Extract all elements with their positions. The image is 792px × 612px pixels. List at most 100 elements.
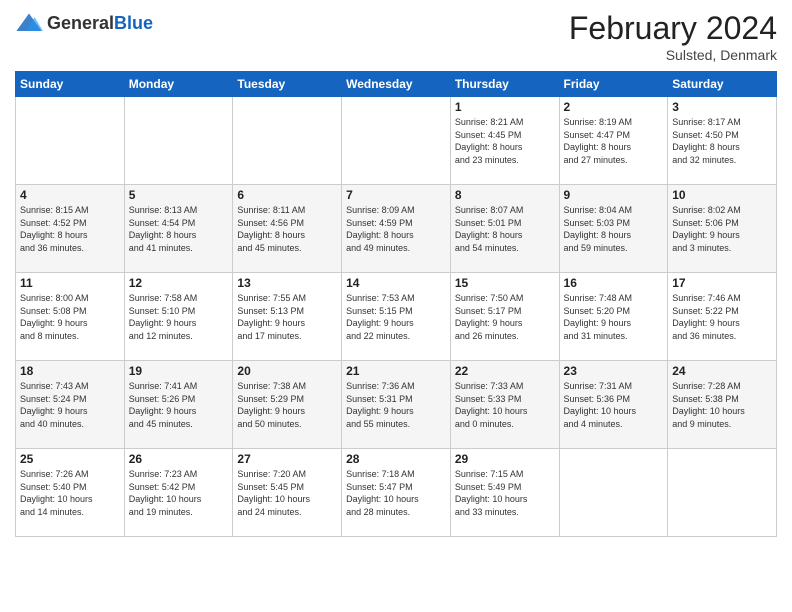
week-row-4: 18Sunrise: 7:43 AMSunset: 5:24 PMDayligh… — [16, 361, 777, 449]
day-number: 12 — [129, 276, 229, 290]
day-info: Sunrise: 8:17 AMSunset: 4:50 PMDaylight:… — [672, 116, 772, 166]
day-cell: 7Sunrise: 8:09 AMSunset: 4:59 PMDaylight… — [342, 185, 451, 273]
day-cell: 23 Sunrise: 7:31 AMSunset: 5:36 PMDayligh… — [559, 361, 668, 449]
logo-blue: Blue — [114, 13, 153, 33]
day-info: Sunrise: 7:43 AMSunset: 5:24 PMDaylight:… — [20, 380, 120, 430]
day-cell — [342, 97, 451, 185]
day-info: Sunrise: 8:02 AMSunset: 5:06 PMDaylight:… — [672, 204, 772, 254]
day-header-monday: Monday — [124, 72, 233, 97]
day-info: Sunrise: 7:20 AMSunset: 5:45 PMDaylight:… — [237, 468, 337, 518]
day-number: 10 — [672, 188, 772, 202]
day-info: Sunrise: 8:21 AMSunset: 4:45 PMDaylight:… — [455, 116, 555, 166]
day-cell: 20 Sunrise: 7:38 AMSunset: 5:29 PMDayligh… — [233, 361, 342, 449]
day-info: Sunrise: 8:04 AMSunset: 5:03 PMDaylight:… — [564, 204, 664, 254]
day-header-wednesday: Wednesday — [342, 72, 451, 97]
day-info: Sunrise: 7:46 AMSunset: 5:22 PMDaylight:… — [672, 292, 772, 342]
page-container: GeneralBlue February 2024 Sulsted, Denma… — [0, 0, 792, 542]
day-number: 24 — [672, 364, 772, 378]
day-cell: 6 Sunrise: 8:11 AMSunset: 4:56 PMDaylight… — [233, 185, 342, 273]
day-cell: 2Sunrise: 8:19 AMSunset: 4:47 PMDaylight… — [559, 97, 668, 185]
day-cell: 24 Sunrise: 7:28 AMSunset: 5:38 PMDayligh… — [668, 361, 777, 449]
day-cell: 29 Sunrise: 7:15 AMSunset: 5:49 PMDayligh… — [450, 449, 559, 537]
day-cell: 14 Sunrise: 7:53 AMSunset: 5:15 PMDayligh… — [342, 273, 451, 361]
day-cell: 27Sunrise: 7:20 AMSunset: 5:45 PMDayligh… — [233, 449, 342, 537]
day-number: 5 — [129, 188, 229, 202]
day-number: 6 — [237, 188, 337, 202]
day-number: 23 — [564, 364, 664, 378]
month-title: February 2024 — [569, 10, 777, 47]
day-info: Sunrise: 8:00 AMSunset: 5:08 PMDaylight:… — [20, 292, 120, 342]
day-number: 13 — [237, 276, 337, 290]
day-info: Sunrise: 7:26 AMSunset: 5:40 PMDaylight:… — [20, 468, 120, 518]
day-info: Sunrise: 7:18 AMSunset: 5:47 PMDaylight:… — [346, 468, 446, 518]
day-number: 11 — [20, 276, 120, 290]
day-number: 1 — [455, 100, 555, 114]
day-cell — [559, 449, 668, 537]
day-info: Sunrise: 8:13 AMSunset: 4:54 PMDaylight:… — [129, 204, 229, 254]
day-header-saturday: Saturday — [668, 72, 777, 97]
day-info: Sunrise: 7:50 AMSunset: 5:17 PMDaylight:… — [455, 292, 555, 342]
day-number: 25 — [20, 452, 120, 466]
day-header-thursday: Thursday — [450, 72, 559, 97]
day-info: Sunrise: 7:41 AMSunset: 5:26 PMDaylight:… — [129, 380, 229, 430]
day-header-friday: Friday — [559, 72, 668, 97]
day-number: 28 — [346, 452, 446, 466]
week-row-5: 25 Sunrise: 7:26 AMSunset: 5:40 PMDayligh… — [16, 449, 777, 537]
day-info: Sunrise: 7:58 AMSunset: 5:10 PMDaylight:… — [129, 292, 229, 342]
day-number: 21 — [346, 364, 446, 378]
day-cell: 17 Sunrise: 7:46 AMSunset: 5:22 PMDayligh… — [668, 273, 777, 361]
day-number: 14 — [346, 276, 446, 290]
day-cell: 21 Sunrise: 7:36 AMSunset: 5:31 PMDayligh… — [342, 361, 451, 449]
day-cell: 18Sunrise: 7:43 AMSunset: 5:24 PMDayligh… — [16, 361, 125, 449]
week-row-1: 1 Sunrise: 8:21 AMSunset: 4:45 PMDaylight… — [16, 97, 777, 185]
day-number: 19 — [129, 364, 229, 378]
day-cell — [233, 97, 342, 185]
day-cell — [668, 449, 777, 537]
day-number: 17 — [672, 276, 772, 290]
day-cell: 8 Sunrise: 8:07 AMSunset: 5:01 PMDaylight… — [450, 185, 559, 273]
day-cell: 15 Sunrise: 7:50 AMSunset: 5:17 PMDayligh… — [450, 273, 559, 361]
day-cell: 25 Sunrise: 7:26 AMSunset: 5:40 PMDayligh… — [16, 449, 125, 537]
day-header-tuesday: Tuesday — [233, 72, 342, 97]
day-cell: 22Sunrise: 7:33 AMSunset: 5:33 PMDayligh… — [450, 361, 559, 449]
day-info: Sunrise: 7:15 AMSunset: 5:49 PMDaylight:… — [455, 468, 555, 518]
location: Sulsted, Denmark — [569, 47, 777, 63]
day-number: 26 — [129, 452, 229, 466]
day-info: Sunrise: 7:38 AMSunset: 5:29 PMDaylight:… — [237, 380, 337, 430]
day-cell: 5 Sunrise: 8:13 AMSunset: 4:54 PMDaylight… — [124, 185, 233, 273]
day-cell: 19 Sunrise: 7:41 AMSunset: 5:26 PMDayligh… — [124, 361, 233, 449]
day-info: Sunrise: 7:23 AMSunset: 5:42 PMDaylight:… — [129, 468, 229, 518]
day-cell: 4Sunrise: 8:15 AMSunset: 4:52 PMDaylight… — [16, 185, 125, 273]
day-info: Sunrise: 8:19 AMSunset: 4:47 PMDaylight:… — [564, 116, 664, 166]
day-number: 8 — [455, 188, 555, 202]
day-cell: 26 Sunrise: 7:23 AMSunset: 5:42 PMDayligh… — [124, 449, 233, 537]
day-cell — [16, 97, 125, 185]
week-row-2: 4Sunrise: 8:15 AMSunset: 4:52 PMDaylight… — [16, 185, 777, 273]
day-number: 29 — [455, 452, 555, 466]
day-cell: 9 Sunrise: 8:04 AMSunset: 5:03 PMDaylight… — [559, 185, 668, 273]
week-row-3: 11 Sunrise: 8:00 AMSunset: 5:08 PMDayligh… — [16, 273, 777, 361]
day-number: 9 — [564, 188, 664, 202]
logo-text: GeneralBlue — [47, 14, 153, 34]
day-number: 16 — [564, 276, 664, 290]
day-cell — [124, 97, 233, 185]
day-header-sunday: Sunday — [16, 72, 125, 97]
day-info: Sunrise: 8:07 AMSunset: 5:01 PMDaylight:… — [455, 204, 555, 254]
day-info: Sunrise: 8:15 AMSunset: 4:52 PMDaylight:… — [20, 204, 120, 254]
day-cell: 1 Sunrise: 8:21 AMSunset: 4:45 PMDaylight… — [450, 97, 559, 185]
logo: GeneralBlue — [15, 10, 153, 38]
calendar-table: SundayMondayTuesdayWednesdayThursdayFrid… — [15, 71, 777, 537]
day-info: Sunrise: 7:28 AMSunset: 5:38 PMDaylight:… — [672, 380, 772, 430]
logo-icon — [15, 10, 43, 38]
day-info: Sunrise: 7:55 AMSunset: 5:13 PMDaylight:… — [237, 292, 337, 342]
day-info: Sunrise: 7:53 AMSunset: 5:15 PMDaylight:… — [346, 292, 446, 342]
day-cell: 3Sunrise: 8:17 AMSunset: 4:50 PMDaylight… — [668, 97, 777, 185]
day-info: Sunrise: 8:11 AMSunset: 4:56 PMDaylight:… — [237, 204, 337, 254]
day-info: Sunrise: 7:31 AMSunset: 5:36 PMDaylight:… — [564, 380, 664, 430]
calendar-header-row: SundayMondayTuesdayWednesdayThursdayFrid… — [16, 72, 777, 97]
day-info: Sunrise: 7:48 AMSunset: 5:20 PMDaylight:… — [564, 292, 664, 342]
day-info: Sunrise: 7:36 AMSunset: 5:31 PMDaylight:… — [346, 380, 446, 430]
day-number: 20 — [237, 364, 337, 378]
day-number: 15 — [455, 276, 555, 290]
title-block: February 2024 Sulsted, Denmark — [569, 10, 777, 63]
